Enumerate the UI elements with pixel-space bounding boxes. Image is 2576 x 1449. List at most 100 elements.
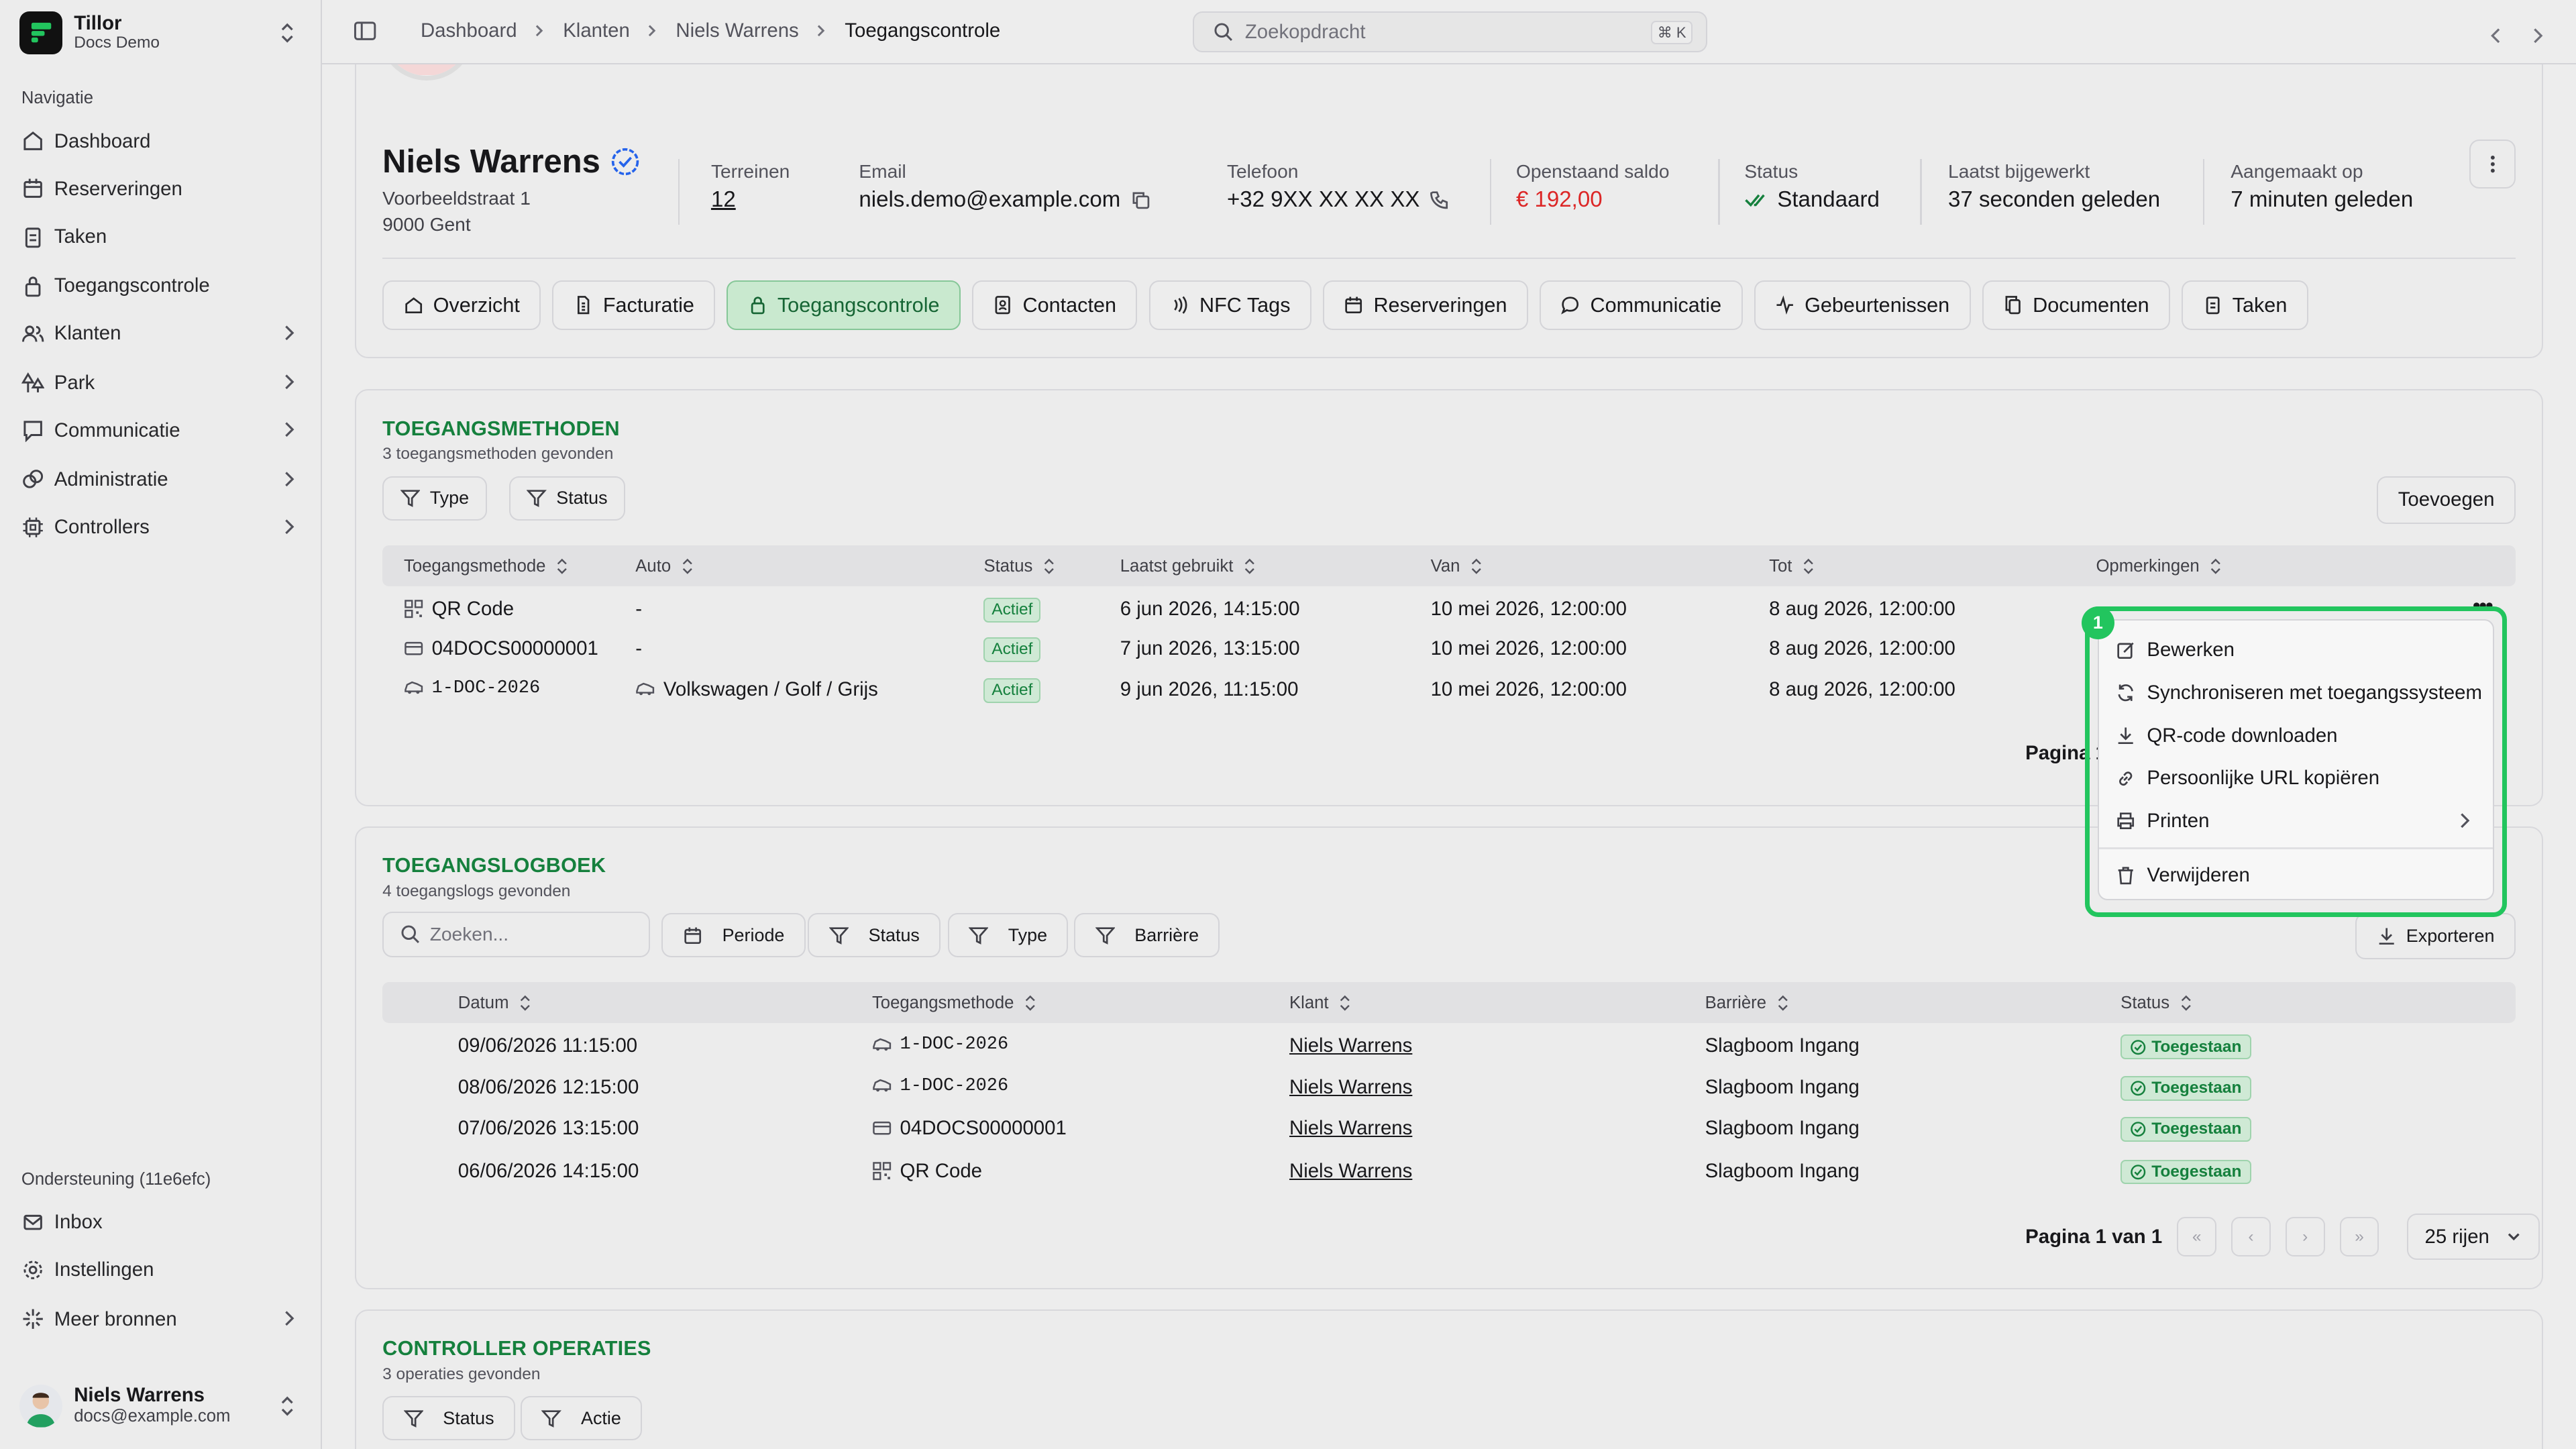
column-header[interactable]: Laatst gebruikt bbox=[1120, 557, 1256, 576]
sidebar-item-meer-bronnen[interactable]: Meer bronnen bbox=[21, 1301, 304, 1338]
column-header[interactable]: Barrière bbox=[1705, 994, 1790, 1013]
column-header[interactable]: Toegangsmethode bbox=[872, 994, 1037, 1013]
filter-status-button[interactable]: Status bbox=[808, 913, 941, 958]
calendar-icon bbox=[1344, 295, 1363, 315]
tab-gebeurtenissen[interactable]: Gebeurtenissen bbox=[1754, 280, 1971, 330]
more-options-button[interactable] bbox=[2469, 139, 2516, 189]
chevrons-updown-icon bbox=[279, 21, 295, 51]
filter-type-button[interactable]: Type bbox=[947, 913, 1069, 958]
filter-status-button[interactable]: Status bbox=[508, 476, 626, 521]
tab-label: NFC Tags bbox=[1199, 293, 1291, 317]
sidebar-item-toegangscontrole[interactable]: Toegangscontrole bbox=[21, 268, 304, 304]
phone-icon[interactable] bbox=[1430, 190, 1449, 209]
tab-taken[interactable]: Taken bbox=[2182, 280, 2308, 330]
forward-arrow-icon[interactable] bbox=[2530, 21, 2546, 51]
customer-link[interactable]: Niels Warrens bbox=[1289, 1076, 1412, 1099]
filter-actie-button[interactable]: Actie bbox=[520, 1396, 643, 1441]
rows-per-page-select[interactable]: 25 rijen bbox=[2407, 1214, 2540, 1260]
table-row[interactable]: 09/06/2026 11:15:00 1-DOC-2026 Niels War… bbox=[382, 1026, 2516, 1066]
breadcrumb-klanten[interactable]: Klanten bbox=[563, 19, 630, 42]
menu-item-bewerken[interactable]: Bewerken bbox=[2099, 632, 2492, 668]
workspace-name: Docs Demo bbox=[74, 33, 160, 52]
nav-section-label: Navigatie bbox=[21, 89, 93, 108]
log-search-input[interactable]: Zoeken... bbox=[382, 911, 651, 958]
sidebar-item-inbox[interactable]: Inbox bbox=[21, 1204, 304, 1240]
back-arrow-icon[interactable] bbox=[2487, 21, 2504, 51]
sidebar-item-controllers[interactable]: Controllers bbox=[21, 509, 304, 545]
next-page-button[interactable]: › bbox=[2285, 1217, 2325, 1256]
filter-type-button[interactable]: Type bbox=[382, 476, 487, 521]
sidebar-toggle-icon[interactable] bbox=[354, 19, 376, 49]
qr-code-icon bbox=[872, 1161, 892, 1181]
add-method-button[interactable]: Toevoegen bbox=[2377, 476, 2516, 524]
table-row[interactable]: 08/06/2026 12:15:00 1-DOC-2026 Niels War… bbox=[382, 1067, 2516, 1107]
filter-barriere-button[interactable]: Barrière bbox=[1074, 913, 1220, 958]
customer-link[interactable]: Niels Warrens bbox=[1289, 1117, 1412, 1140]
gear-icon bbox=[21, 1258, 44, 1281]
column-header[interactable]: Opmerkingen bbox=[2096, 557, 2222, 576]
sidebar-item-klanten[interactable]: Klanten bbox=[21, 315, 304, 352]
menu-item-qr-downloaden[interactable]: QR-code downloaden bbox=[2099, 718, 2492, 754]
column-header[interactable]: Van bbox=[1431, 557, 1483, 576]
sidebar-item-label: Instellingen bbox=[54, 1258, 154, 1281]
column-header[interactable]: Auto bbox=[635, 557, 694, 576]
filter-status-button[interactable]: Status bbox=[382, 1396, 515, 1441]
sidebar-item-reserveringen[interactable]: Reserveringen bbox=[21, 171, 304, 207]
tab-documenten[interactable]: Documenten bbox=[1982, 280, 2171, 330]
tab-reserveringen[interactable]: Reserveringen bbox=[1323, 280, 1528, 330]
user-menu[interactable]: Niels Warrens docs@example.com bbox=[19, 1377, 302, 1436]
sidebar-item-taken[interactable]: Taken bbox=[21, 219, 304, 255]
tab-nfc-tags[interactable]: NFC Tags bbox=[1148, 280, 1311, 330]
tab-communicatie[interactable]: Communicatie bbox=[1540, 280, 1743, 330]
table-row[interactable]: 07/06/2026 13:15:00 04DOCS00000001 Niels… bbox=[382, 1109, 2516, 1148]
clipboard-icon bbox=[21, 225, 44, 248]
breadcrumb-customer[interactable]: Niels Warrens bbox=[676, 19, 798, 42]
prev-page-button[interactable]: ‹ bbox=[2231, 1217, 2271, 1256]
export-button[interactable]: Exporteren bbox=[2355, 913, 2516, 959]
filter-icon bbox=[527, 488, 547, 508]
breadcrumb-dashboard[interactable]: Dashboard bbox=[421, 19, 517, 42]
column-header[interactable]: Tot bbox=[1769, 557, 1815, 576]
sidebar-item-administratie[interactable]: Administratie bbox=[21, 462, 304, 498]
sidebar-item-label: Communicatie bbox=[54, 419, 180, 441]
trash-icon bbox=[2116, 865, 2135, 885]
column-header[interactable]: Status bbox=[983, 557, 1055, 576]
copy-icon[interactable] bbox=[1130, 190, 1150, 209]
terreinen-link[interactable]: 12 bbox=[711, 187, 736, 213]
sidebar-item-park[interactable]: Park bbox=[21, 365, 304, 401]
tab-toegangscontrole[interactable]: Toegangscontrole bbox=[727, 280, 961, 330]
menu-item-label: Bewerken bbox=[2147, 639, 2235, 661]
customer-link[interactable]: Niels Warrens bbox=[1289, 1160, 1412, 1183]
sidebar-item-label: Toegangscontrole bbox=[54, 274, 210, 297]
column-header[interactable]: Toegangsmethode bbox=[404, 557, 569, 576]
search-input[interactable]: Zoekopdracht ⌘ K bbox=[1192, 11, 1707, 53]
sidebar-item-instellingen[interactable]: Instellingen bbox=[21, 1252, 304, 1288]
lock-icon bbox=[21, 274, 44, 297]
menu-item-printen[interactable]: Printen bbox=[2099, 803, 2492, 839]
sidebar-item-dashboard[interactable]: Dashboard bbox=[21, 123, 304, 160]
barrier-cell: Slagboom Ingang bbox=[1705, 1034, 1860, 1057]
park-icon bbox=[21, 371, 45, 394]
last-page-button[interactable]: » bbox=[2339, 1217, 2379, 1256]
filter-periode-button[interactable]: Periode bbox=[661, 913, 806, 958]
menu-item-synchroniseren[interactable]: Synchroniseren met toegangssysteem bbox=[2099, 675, 2492, 711]
workspace-switcher[interactable]: Tillor Docs Demo bbox=[19, 10, 302, 56]
menu-item-verwijderen[interactable]: Verwijderen bbox=[2099, 857, 2492, 894]
filter-icon bbox=[541, 1409, 561, 1428]
first-page-button[interactable]: « bbox=[2177, 1217, 2217, 1256]
tab-contacten[interactable]: Contacten bbox=[972, 280, 1138, 330]
sidebar-item-communicatie[interactable]: Communicatie bbox=[21, 413, 304, 449]
barrier-cell: Slagboom Ingang bbox=[1705, 1159, 1860, 1182]
download-icon bbox=[2377, 926, 2396, 946]
filter-icon bbox=[968, 926, 989, 945]
tab-overzicht[interactable]: Overzicht bbox=[382, 280, 541, 330]
stat-email: Email niels.demo@example.com bbox=[859, 161, 1150, 213]
customer-link[interactable]: Niels Warrens bbox=[1289, 1034, 1412, 1057]
breadcrumb: Dashboard Klanten Niels Warrens Toegangs… bbox=[421, 19, 1000, 42]
table-row[interactable]: 06/06/2026 14:15:00 QR Code Niels Warren… bbox=[382, 1151, 2516, 1191]
menu-item-url-kopieren[interactable]: Persoonlijke URL kopiëren bbox=[2099, 760, 2492, 796]
column-header[interactable]: Klant bbox=[1289, 994, 1352, 1013]
tab-facturatie[interactable]: Facturatie bbox=[552, 280, 716, 330]
column-header[interactable]: Datum bbox=[458, 994, 532, 1013]
column-header[interactable]: Status bbox=[2121, 994, 2192, 1013]
